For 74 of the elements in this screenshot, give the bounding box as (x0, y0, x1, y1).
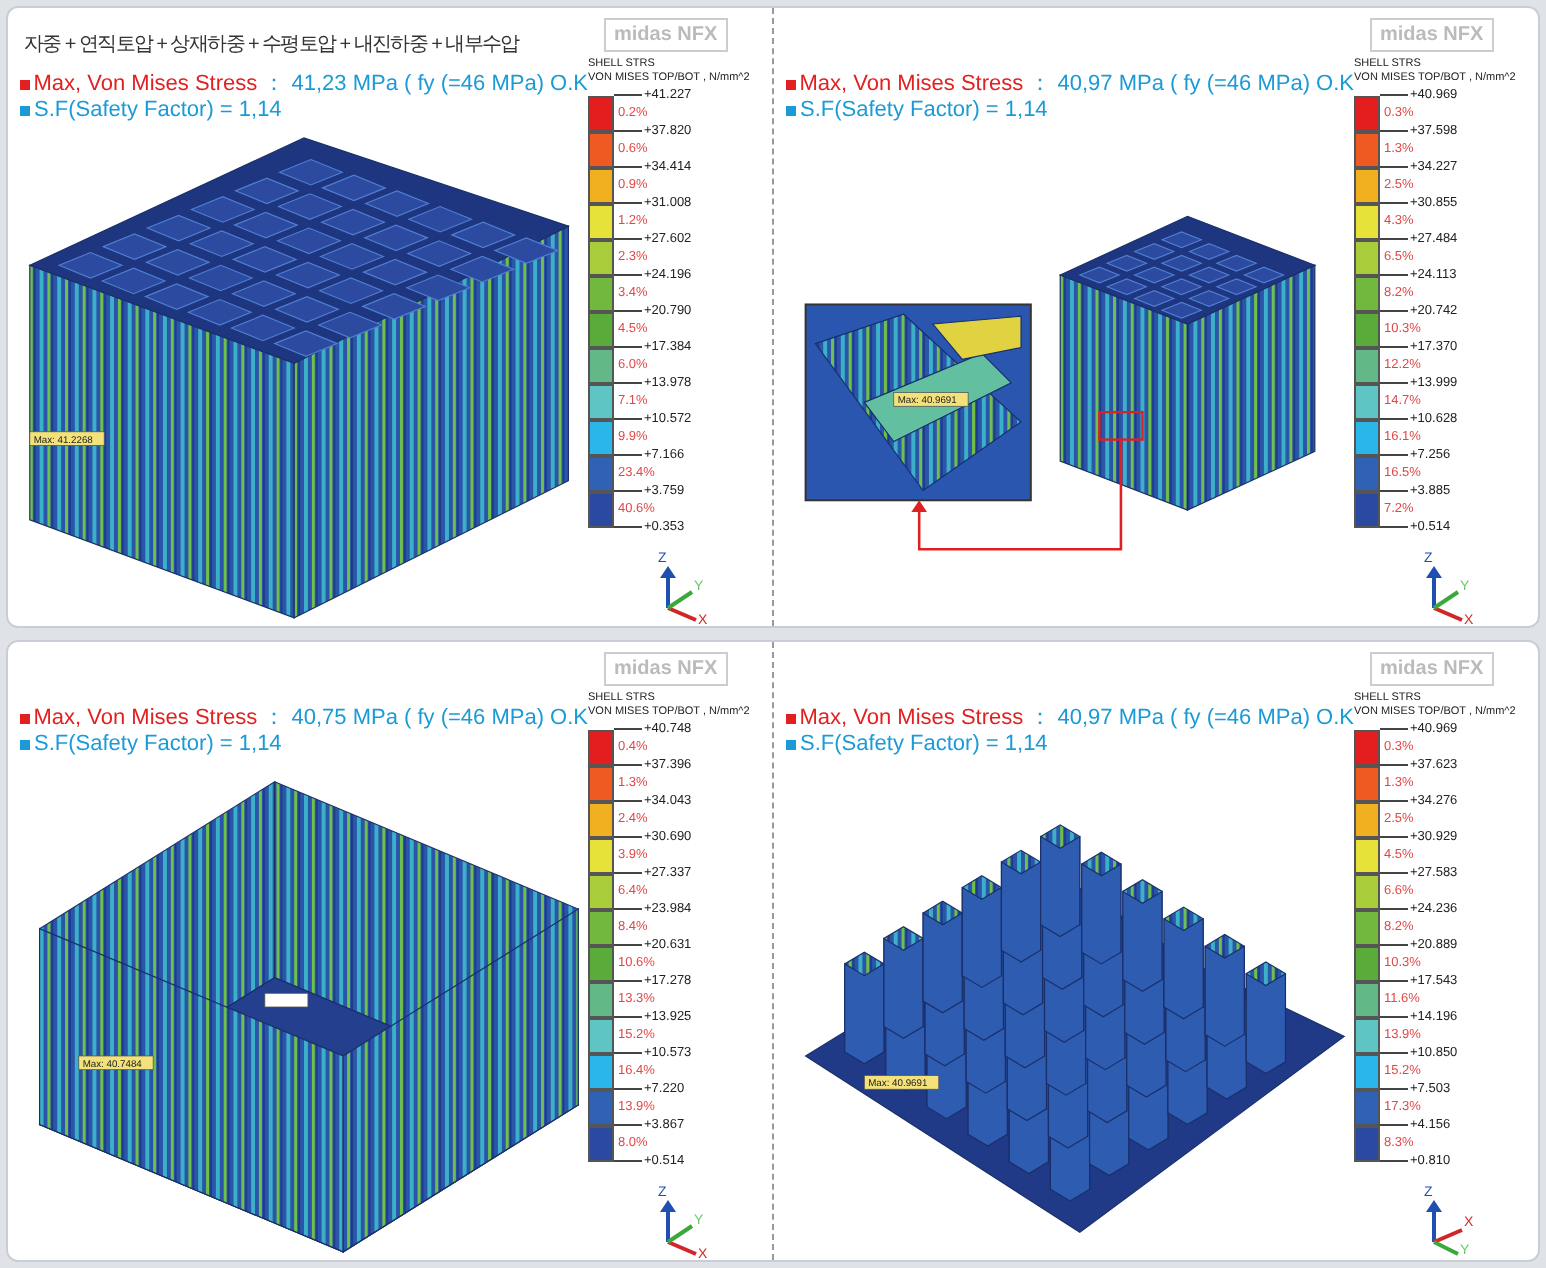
color-band (1354, 311, 1380, 347)
stress-text: Max, Von Mises Stress ： 41,23 MPa ( fy (=46 MPa) O.K (33, 72, 588, 98)
color-band (1354, 347, 1380, 383)
color-band (588, 203, 614, 239)
bullet-icon (786, 714, 796, 724)
axis-triad-icon (1426, 566, 1463, 622)
highlight-frame (1098, 411, 1144, 441)
color-band (1354, 167, 1380, 203)
color-band (1354, 729, 1380, 765)
color-band (588, 311, 614, 347)
safety-factor-text: S.F(Safety Factor) = 1,14 (34, 732, 282, 758)
color-band (588, 491, 614, 527)
color-band (1354, 419, 1380, 455)
logo: midas NFX (604, 18, 728, 52)
color-band (588, 95, 614, 131)
color-band (588, 981, 614, 1017)
stress-text: Max, Von Mises Stress ： 40,75 MPa ( fy (=46 MPa) O.K (33, 706, 588, 732)
logo: midas NFX (604, 652, 728, 686)
color-band (1354, 455, 1380, 491)
color-band (588, 275, 614, 311)
color-band (1354, 945, 1380, 981)
color-band (1354, 837, 1380, 873)
axis-triad-icon (660, 566, 697, 622)
bullet-icon (786, 106, 796, 116)
color-band (1354, 239, 1380, 275)
bullet-icon (786, 740, 796, 750)
color-band (1354, 491, 1380, 527)
stress-text: Max, Von Mises Stress ： 40,97 MPa ( fy (=46 MPa) O.K (799, 706, 1354, 732)
color-band (588, 1017, 614, 1053)
safety-factor-text: S.F(Safety Factor) = 1,14 (800, 732, 1048, 758)
axis-triad-icon (660, 1200, 697, 1256)
safety-factor-text: S.F(Safety Factor) = 1,14 (800, 98, 1048, 124)
color-band (1354, 383, 1380, 419)
color-band (588, 873, 614, 909)
axis-triad-icon (1426, 1200, 1463, 1256)
bullet-icon (20, 714, 30, 724)
bullet-icon (20, 80, 30, 90)
color-band (588, 729, 614, 765)
color-band (588, 455, 614, 491)
color-band (588, 801, 614, 837)
color-band (1354, 1017, 1380, 1053)
color-band (588, 765, 614, 801)
color-band (588, 837, 614, 873)
color-band (1354, 131, 1380, 167)
color-band (1354, 95, 1380, 131)
stress-text: Max, Von Mises Stress ： 40,97 MPa ( fy (=46 MPa) O.K (799, 72, 1354, 98)
logo: midas NFX (1370, 18, 1494, 52)
bullet-icon (786, 80, 796, 90)
color-band (588, 909, 614, 945)
color-band (588, 347, 614, 383)
color-band (1354, 909, 1380, 945)
color-band (1354, 1089, 1380, 1125)
color-band (1354, 1053, 1380, 1089)
color-band (588, 945, 614, 981)
color-band (1354, 203, 1380, 239)
color-band (588, 1125, 614, 1161)
color-band (1354, 801, 1380, 837)
color-band (588, 239, 614, 275)
chart-title: 자중 + 연직토압 + 상재하중 + 수평토압 + 내진하중 + 내부수압 (24, 32, 519, 60)
color-band (588, 131, 614, 167)
logo: midas NFX (1370, 652, 1494, 686)
color-band (588, 1089, 614, 1125)
bullet-icon (20, 740, 30, 750)
color-band (588, 1053, 614, 1089)
color-band (1354, 981, 1380, 1017)
color-band (588, 419, 614, 455)
color-band (1354, 873, 1380, 909)
safety-factor-text: S.F(Safety Factor) = 1,14 (34, 98, 282, 124)
color-band (588, 383, 614, 419)
color-band (1354, 765, 1380, 801)
color-band (1354, 1125, 1380, 1161)
color-band (588, 167, 614, 203)
color-band (1354, 275, 1380, 311)
bullet-icon (20, 106, 30, 116)
